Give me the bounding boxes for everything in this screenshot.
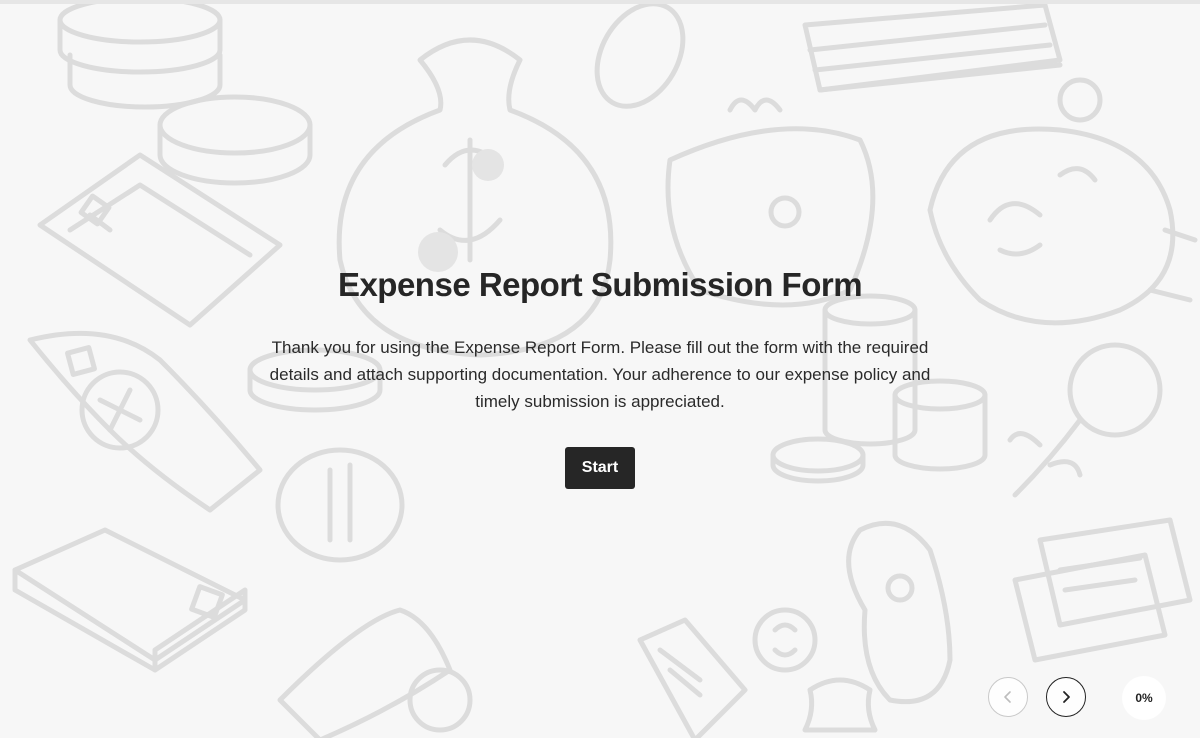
previous-button[interactable]: [988, 677, 1028, 717]
start-button[interactable]: Start: [565, 447, 635, 489]
progress-bar: [0, 0, 1200, 4]
intro-text: Thank you for using the Expense Report F…: [269, 338, 931, 411]
chevron-right-icon: [1063, 691, 1070, 703]
progress-percent: 0%: [1122, 676, 1166, 720]
page-title: Expense Report Submission Form: [337, 266, 863, 303]
welcome-screen: Expense Report Submission Form Thank you…: [0, 0, 1200, 738]
next-button[interactable]: [1046, 677, 1086, 717]
chevron-left-icon: [1004, 691, 1011, 703]
